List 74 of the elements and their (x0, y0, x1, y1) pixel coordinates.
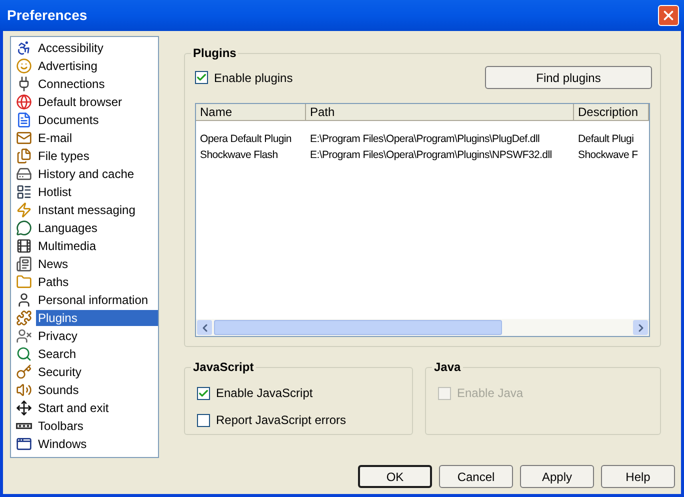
sidebar-item[interactable]: Languages (36, 220, 158, 236)
folder-icon (16, 274, 32, 290)
sidebar-item[interactable]: Search (36, 346, 158, 362)
toolbar-icon (16, 423, 32, 429)
sidebar-item[interactable]: Multimedia (36, 238, 158, 254)
sidebar-item[interactable]: Toolbars (36, 418, 158, 434)
sidebar-item[interactable]: Documents (36, 112, 158, 128)
key-icon (16, 364, 32, 380)
search-icon (16, 346, 32, 362)
sidebar-item[interactable]: File types (36, 148, 158, 164)
drive-icon (16, 166, 32, 182)
film-icon (16, 238, 32, 254)
files-icon (16, 148, 32, 164)
sidebar-item[interactable]: Instant messaging (36, 202, 158, 218)
sidebar-item[interactable]: Security (36, 364, 158, 380)
group-title: JavaScript (191, 359, 256, 375)
checkbox[interactable] (197, 386, 210, 400)
horizontal-scrollbar[interactable] (196, 319, 649, 336)
lightning-icon (16, 202, 32, 218)
smiley-icon (16, 58, 32, 74)
column-header[interactable]: Name (196, 104, 306, 121)
sidebar-item[interactable]: History and cache (36, 166, 158, 182)
sidebar-item[interactable]: Sounds (36, 382, 158, 398)
table-cell: E:\Program Files\Opera\Program\Plugins\PlugDef.dll (310, 133, 540, 145)
sidebar-item[interactable]: Default browser (36, 94, 158, 110)
checkbox[interactable] (195, 71, 208, 84)
scroll-left-button[interactable] (197, 320, 212, 335)
sidebar-item[interactable]: Windows (36, 436, 158, 452)
sidebar-item[interactable]: News (36, 256, 158, 272)
sidebar-item[interactable]: Personal information (36, 292, 158, 308)
close-button[interactable] (658, 5, 679, 26)
sidebar-item[interactable]: Hotlist (36, 184, 158, 200)
windows-icon (16, 436, 32, 452)
sidebar-item[interactable]: Advertising (36, 58, 158, 74)
accessibility-icon (16, 40, 32, 56)
dialog-button[interactable]: Apply (520, 465, 594, 488)
table-cell: Shockwave Flash (200, 149, 278, 161)
person-icon (16, 292, 32, 308)
table-cell: Shockwave F (578, 149, 638, 161)
silhouette-icon (16, 328, 32, 344)
newspaper-icon (16, 256, 32, 272)
column-header[interactable]: Path (306, 104, 574, 121)
column-header[interactable]: Description (574, 104, 649, 121)
table-cell: Default Plugi (578, 133, 634, 145)
group-title: Plugins (191, 45, 238, 61)
sidebar-item[interactable]: Privacy (36, 328, 158, 344)
find-plugins-button[interactable]: Find plugins (485, 66, 652, 89)
checkbox-label: Enable plugins (214, 70, 293, 86)
check-icon (196, 72, 207, 83)
puzzle-icon (16, 310, 32, 326)
check-icon (198, 388, 209, 398)
sidebar-item[interactable]: Connections (36, 76, 158, 92)
dialog-button[interactable]: Help (601, 465, 675, 488)
checkbox-label: Enable JavaScript (216, 385, 313, 402)
arrows-icon (16, 400, 32, 416)
checkbox-label: Enable Java (457, 385, 524, 402)
dialog-button[interactable]: OK (358, 465, 432, 488)
sidebar-item[interactable]: Start and exit (36, 400, 158, 416)
table-cell: Opera Default Plugin (200, 133, 292, 145)
sidebar-item[interactable]: Paths (36, 274, 158, 290)
sidebar-item[interactable]: Accessibility (36, 40, 158, 56)
scrollbar-thumb[interactable] (214, 320, 502, 335)
sidebar-item[interactable]: E-mail (36, 130, 158, 146)
speech-bubble-icon (16, 220, 32, 236)
checkbox-label: Report JavaScript errors (216, 412, 346, 429)
dialog-button[interactable]: Cancel (439, 465, 513, 488)
scroll-right-button[interactable] (633, 320, 648, 335)
checkbox[interactable] (197, 414, 210, 426)
sidebar-item[interactable]: Plugins (36, 310, 158, 326)
close-icon (661, 8, 676, 23)
window-title: Preferences (7, 6, 88, 25)
envelope-icon (16, 130, 32, 146)
table-cell: E:\Program Files\Opera\Program\Plugins\NPSWF32.dll (310, 149, 552, 161)
speaker-icon (16, 382, 32, 398)
